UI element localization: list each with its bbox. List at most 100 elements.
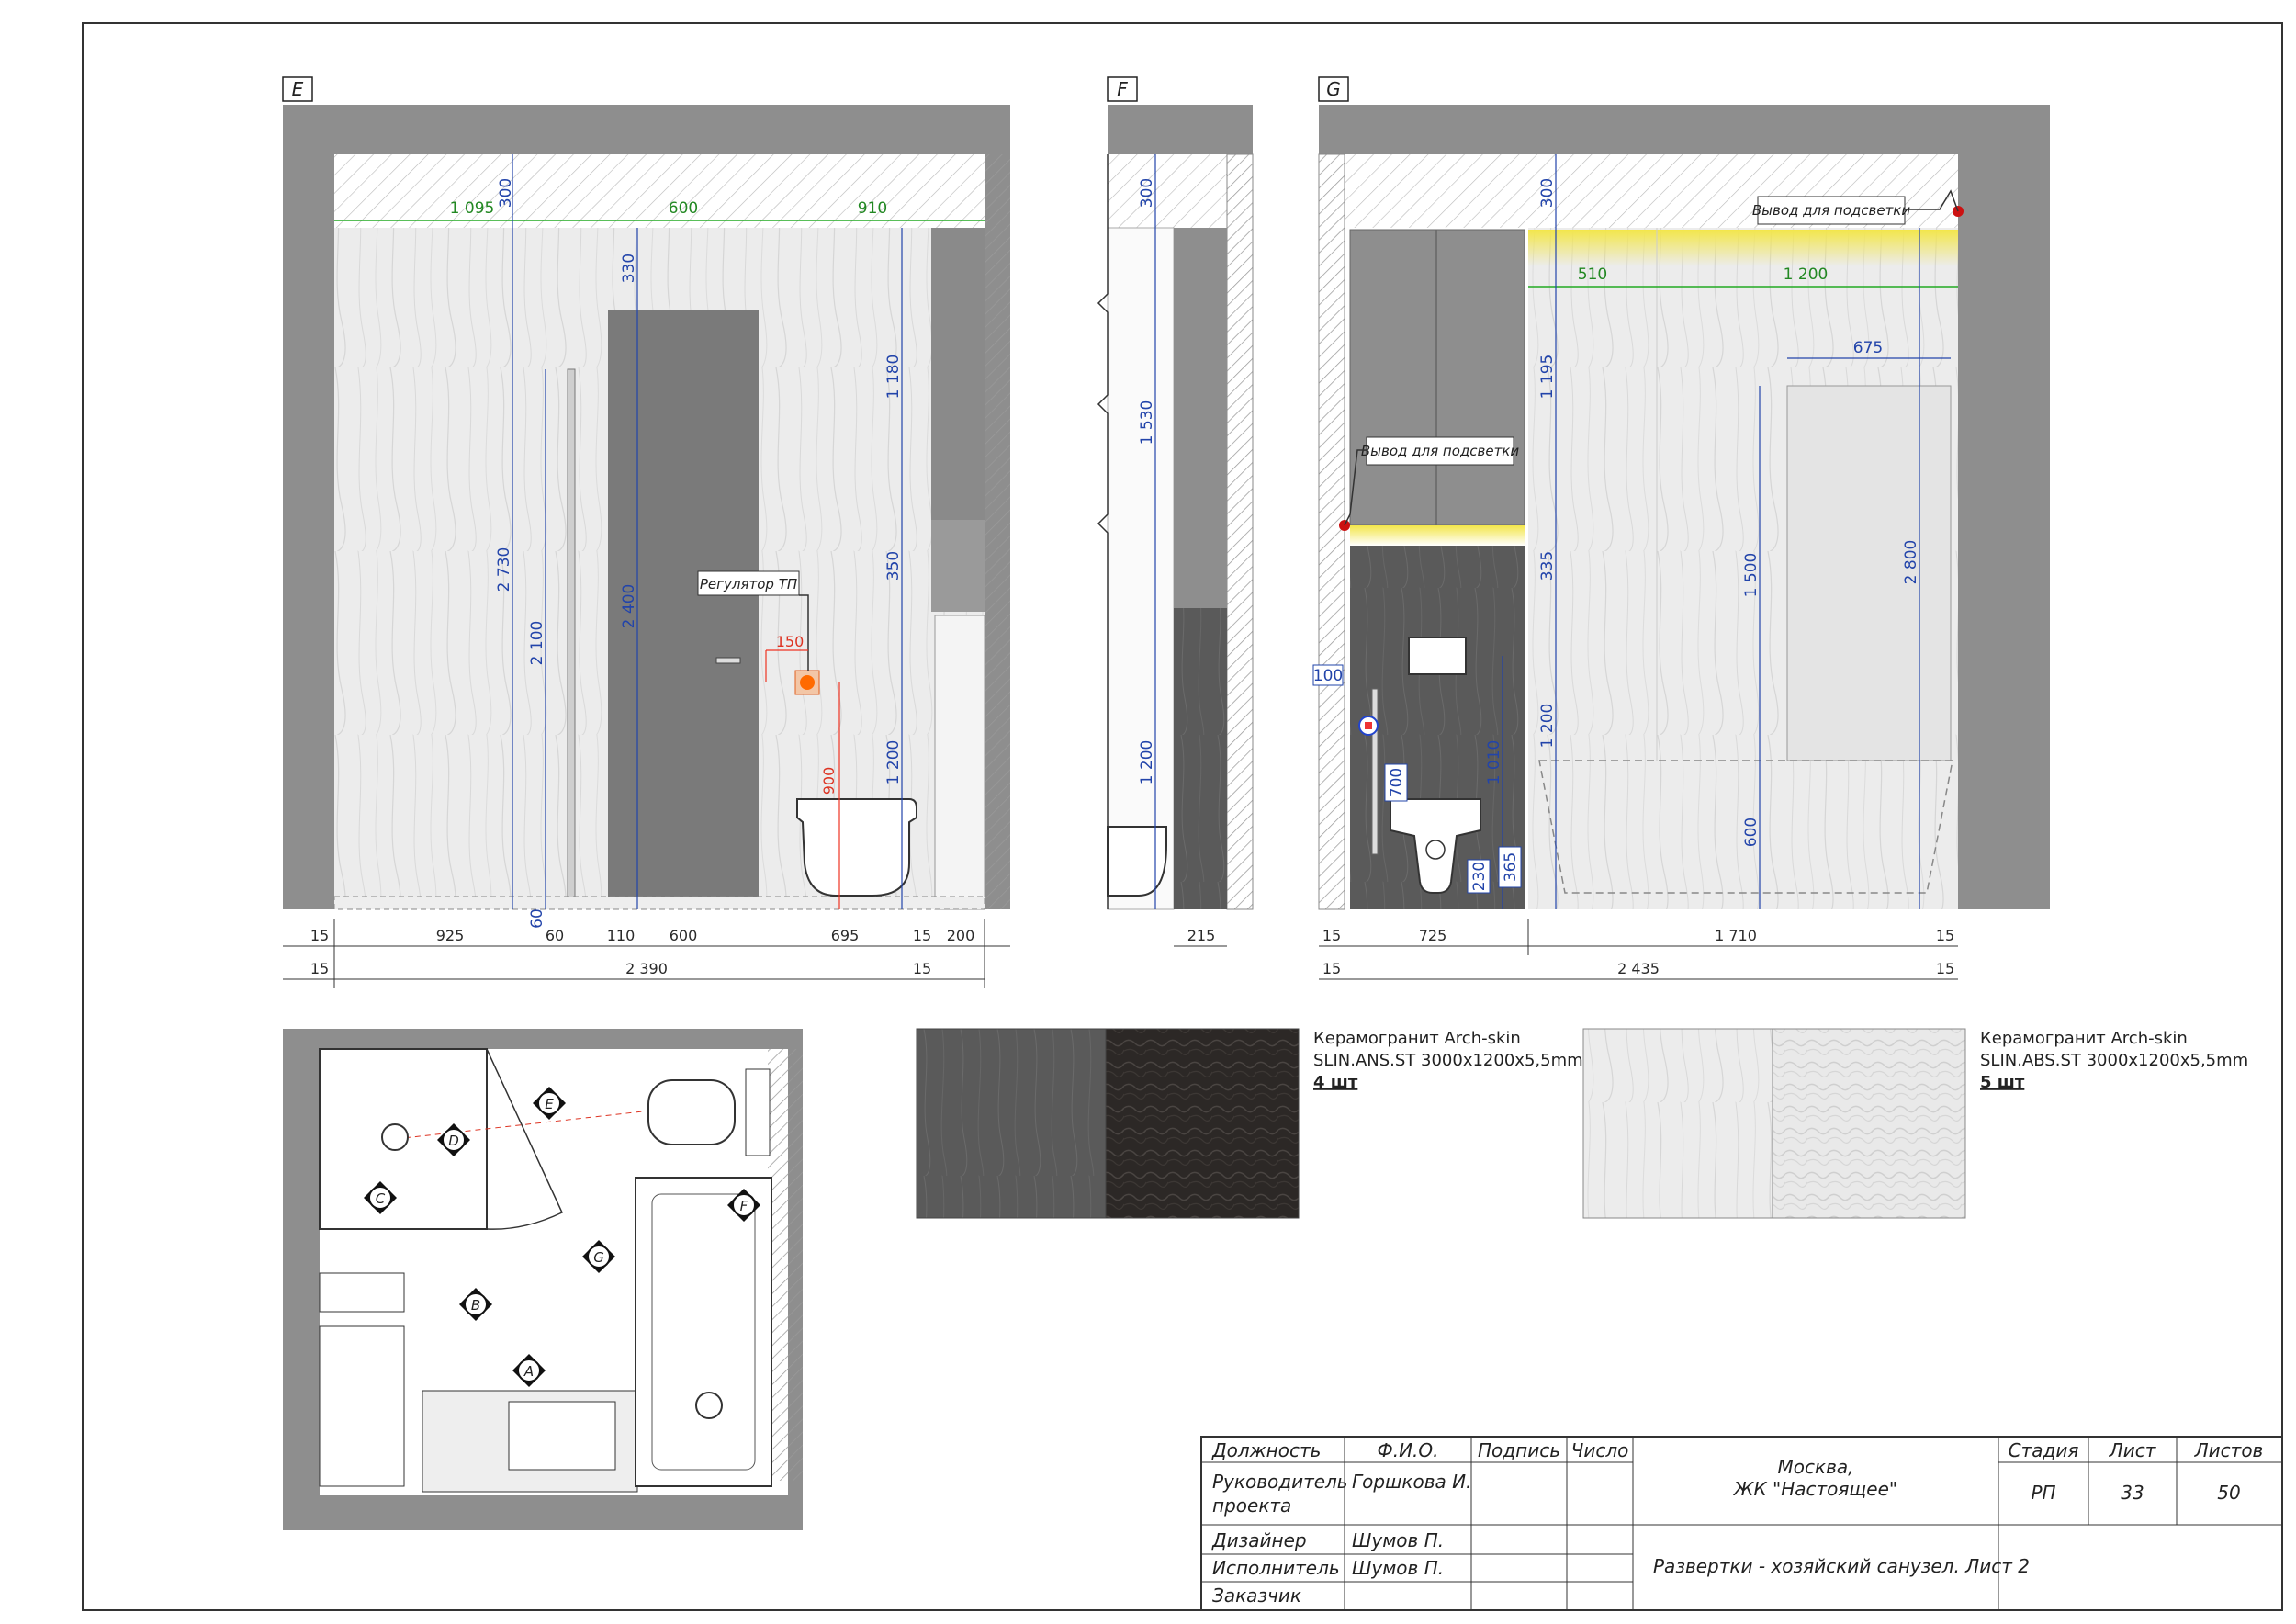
svg-text:E: E [545, 1096, 554, 1112]
view-e-label: E [292, 78, 304, 100]
svg-text:G: G [593, 1249, 604, 1266]
material-2-swatch-wood [1582, 1028, 1773, 1219]
g-right-wall [1958, 154, 2050, 909]
dim-e-v-1200: 1 200 [884, 740, 903, 785]
dim-e-b1-4: 600 [670, 927, 698, 944]
tb-header-sign: Подпись [1478, 1439, 1560, 1461]
svg-text:B: B [471, 1297, 480, 1314]
light-callout-2-label: Вывод для подсветки [1752, 202, 1911, 219]
g-led-strip-2 [1528, 230, 1958, 266]
drawing-sheet: E Регулятор ТП 1 095 600 910 300 330 1 1… [82, 22, 2283, 1611]
view-g-label: G [1326, 78, 1341, 100]
dim-g-top-2: 1 200 [1784, 265, 1829, 284]
dim-e-top-1: 1 095 [450, 199, 495, 218]
dim-g-v-700: 700 [1388, 768, 1406, 797]
tb-sheet-title: Развертки - хозяйский санузел. Лист 2 [1653, 1555, 2030, 1577]
dim-e-v-350: 350 [884, 551, 903, 581]
tb-row-1-role: Руководитель [1212, 1471, 1348, 1493]
tb-row-3-role: Исполнитель [1212, 1557, 1340, 1579]
material-2-code: SLIN.ABS.ST 3000x1200x5,5mm [1980, 1051, 2248, 1070]
door-handle [715, 657, 741, 664]
dim-g-b1-0: 15 [1322, 927, 1341, 944]
plan-closet-1 [319, 1272, 405, 1313]
f-break-line [1097, 154, 1109, 909]
g-glass-panel [1786, 385, 1952, 761]
g-cabinet [1349, 229, 1525, 526]
dim-e-b2-2: 15 [913, 960, 931, 977]
svg-text:C: C [376, 1190, 386, 1207]
elevation-f: F 300 1 530 1 200 215 [1097, 76, 1254, 947]
dim-e-v-60: 60 [528, 908, 546, 929]
view-f-label: F [1117, 78, 1128, 100]
material-1-name: Керамогранит Arch-skin [1313, 1029, 1521, 1048]
plan-closet-2 [319, 1325, 405, 1487]
g-ceiling [1319, 105, 2050, 154]
dim-g-top-1: 510 [1578, 265, 1607, 284]
shelf [931, 520, 985, 612]
tb-row-4-role: Заказчик [1212, 1585, 1301, 1607]
left-wall [283, 105, 334, 909]
regulator-dot [800, 675, 815, 690]
tb-row-3-name: Шумов П. [1352, 1557, 1444, 1579]
material-2: Керамогранит Arch-skin SLIN.ABS.ST 3000x… [1582, 1028, 2248, 1219]
dim-e-b1-3: 110 [607, 927, 636, 944]
dim-g-b1-1: 725 [1419, 927, 1447, 944]
dim-f-bottom: 215 [1187, 927, 1216, 944]
dim-e-v-1180: 1 180 [884, 355, 903, 400]
floor-line [333, 896, 985, 910]
material-2-name: Керамогранит Arch-skin [1980, 1029, 2188, 1048]
plan-sink [508, 1401, 616, 1471]
dim-f-v-300: 300 [1138, 178, 1156, 208]
dim-g-v-300: 300 [1538, 178, 1557, 208]
plan-install [745, 1068, 771, 1156]
tb-row-1-role2: проекта [1212, 1494, 1291, 1517]
dim-g-b2-2: 15 [1936, 960, 1954, 977]
material-1-swatch-stone [1105, 1028, 1300, 1219]
dim-g-v-1500: 1 500 [1742, 553, 1761, 598]
dim-e-b2-0: 15 [310, 960, 329, 977]
material-1-qty: 4 шт [1313, 1073, 1358, 1092]
dim-e-b1-6: 15 [913, 927, 931, 944]
material-1-code: SLIN.ANS.ST 3000x1200x5,5mm [1313, 1051, 1583, 1070]
dim-e-top-2: 600 [669, 199, 698, 218]
f-white-strip [1107, 227, 1175, 910]
title-block: Должность Ф.И.О. Подпись Число Руководит… [1200, 1436, 2283, 1611]
dim-g-v-600: 600 [1742, 818, 1761, 847]
dim-f-v-1530: 1 530 [1138, 400, 1156, 445]
regulator-label: Регулятор ТП [700, 576, 797, 592]
flush-plate [1408, 637, 1467, 675]
f-ceiling-hatch [1108, 154, 1227, 228]
plan-bathtub-inner [651, 1193, 756, 1471]
dim-g-b1-2: 1 710 [1715, 927, 1757, 944]
svg-text:A: A [523, 1363, 534, 1380]
dim-e-top-3: 910 [858, 199, 887, 218]
plan-toilet [647, 1079, 736, 1145]
material-2-swatch-stone [1772, 1028, 1966, 1219]
tb-sheets-label: Листов [2194, 1439, 2264, 1461]
f-grey-panel [1174, 228, 1227, 608]
dim-e-b1-5: 695 [831, 927, 860, 944]
svg-text:D: D [448, 1133, 459, 1149]
f-toilet [1107, 826, 1167, 897]
dim-g-v-230: 230 [1470, 862, 1489, 891]
dim-e-b1-0: 15 [310, 927, 329, 944]
dim-e-v-300: 300 [497, 178, 515, 208]
f-ceiling [1108, 105, 1253, 154]
dim-g-v-1195: 1 195 [1538, 355, 1557, 400]
plan-wall-hatch [768, 1049, 803, 1481]
dim-g-b1-3: 15 [1936, 927, 1954, 944]
dim-g-top-3: 675 [1853, 339, 1883, 357]
tb-sheet-label: Лист [2109, 1439, 2157, 1461]
elevation-g: G Вывод для подсветки Вывод для подсветк… [1312, 76, 2050, 980]
dim-g-v-1200: 1 200 [1538, 704, 1557, 749]
light-callout-1-label: Вывод для подсветки [1361, 443, 1520, 459]
dim-g-v-335: 335 [1538, 551, 1557, 581]
dim-e-red-900: 900 [820, 767, 838, 795]
tb-project: ЖК "Настоящее" [1732, 1478, 1897, 1500]
tb-row-2-name: Шумов П. [1352, 1529, 1444, 1551]
dim-e-b1-1: 925 [436, 927, 465, 944]
install-frame [934, 615, 985, 910]
dim-g-b2-1: 2 435 [1617, 960, 1660, 977]
tb-header-name: Ф.И.О. [1378, 1439, 1439, 1461]
g-led-strip-1 [1350, 525, 1525, 546]
